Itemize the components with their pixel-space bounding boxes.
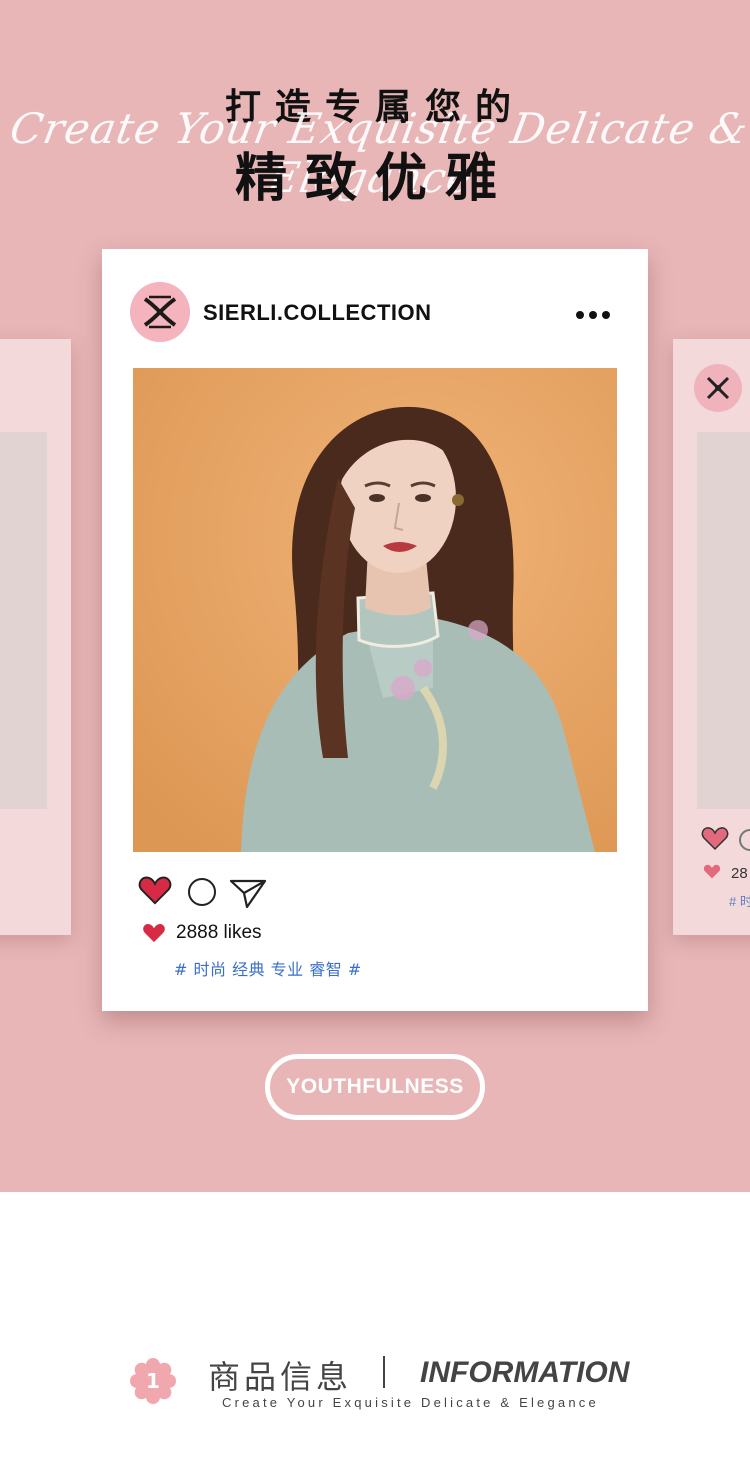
side-tags: # 时	[729, 894, 750, 909]
side-card-left	[0, 339, 71, 935]
side-likes-count: 28	[731, 865, 748, 882]
likes-heart-icon	[143, 923, 165, 943]
share-send-icon[interactable]	[229, 877, 267, 909]
info-divider	[383, 1356, 385, 1388]
hashtags[interactable]: # 时尚 经典 专业 睿智 #	[174, 956, 362, 980]
info-title-en: INFORMATION	[420, 1356, 630, 1389]
comment-icon[interactable]	[188, 878, 216, 906]
more-dots-icon[interactable]	[576, 304, 616, 320]
side-like-heart-icon	[701, 827, 729, 851]
info-subtitle: Create Your Exquisite Delicate & Eleganc…	[222, 1395, 599, 1410]
side-brand-logo-icon	[694, 364, 742, 412]
like-heart-icon[interactable]	[138, 876, 172, 906]
info-title-cn: 商品信息	[208, 1358, 353, 1396]
side-comment-icon	[739, 829, 750, 851]
side-card-right: 28 # 时	[673, 339, 750, 935]
post-photo	[133, 368, 617, 852]
brand-logo-avatar-icon[interactable]	[130, 282, 190, 342]
hero-section: 打造专属您的 Create Your Exquisite Delicate & …	[0, 0, 750, 1192]
svg-text:1: 1	[146, 1369, 160, 1393]
side-card-image-placeholder	[0, 432, 47, 809]
flower-number-badge-icon: 1	[130, 1358, 176, 1404]
side-card-image-placeholder	[697, 432, 750, 809]
side-likes-heart-icon	[703, 864, 721, 879]
youthfulness-badge-button[interactable]: YOUTHFULNESS	[265, 1054, 485, 1120]
likes-count: 2888 likes	[176, 922, 262, 943]
account-name[interactable]: SIERLI.COLLECTION	[203, 300, 432, 326]
hero-title-main: 精致优雅	[234, 149, 515, 209]
post-card: SIERLI.COLLECTION 2888 likes # 时尚 经典 专业 …	[102, 249, 648, 1011]
